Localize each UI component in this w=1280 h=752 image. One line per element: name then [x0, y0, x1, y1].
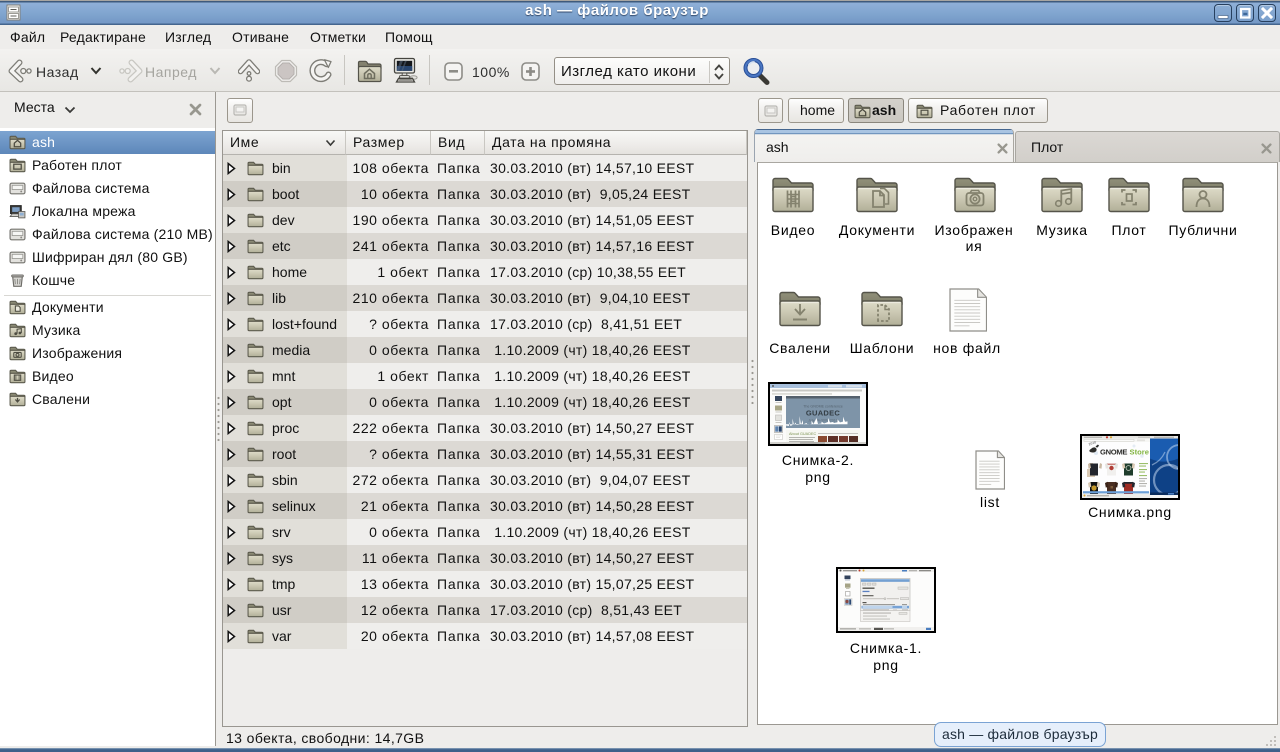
svg-text:Store: Store [1130, 448, 1149, 457]
svg-text:About GUADEC: About GUADEC [789, 432, 816, 436]
svg-text:July 24-30th, 2010: July 24-30th, 2010 [808, 419, 838, 423]
svg-text:GNOME: GNOME [1100, 448, 1127, 457]
svg-text:GUADEC: GUADEC [806, 409, 841, 418]
